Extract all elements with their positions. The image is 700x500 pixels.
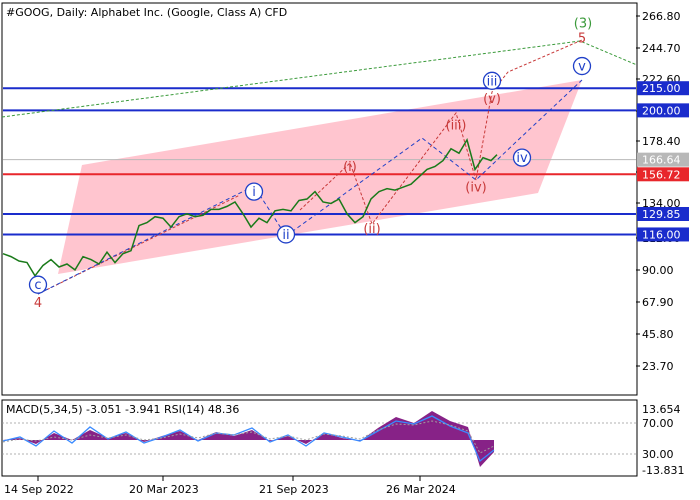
y-tick-label: 23.70 — [642, 360, 674, 373]
y-tick-label: 244.70 — [642, 42, 681, 55]
level-tags: 215.00 200.00 166.64156.72 129.85 116.00 — [637, 81, 689, 242]
chart-title: #GOOG, Daily: Alphabet Inc. (Google, Cla… — [6, 6, 287, 19]
macd-y-axis: 13.65470.00 30.00 -13.831 — [642, 403, 684, 477]
y-tick-label: 45.80 — [642, 328, 674, 341]
x-tick-label: 26 Mar 2024 — [386, 483, 456, 496]
x-tick-label: 21 Sep 2023 — [259, 483, 329, 496]
wave-label: (3) — [574, 17, 592, 32]
wave-label: (i) — [343, 160, 357, 175]
wave-label: (iii) — [446, 119, 467, 134]
wave-label: (ii) — [363, 222, 380, 237]
wave-label: 5 — [578, 31, 586, 46]
x-tick-label: 14 Sep 2022 — [4, 483, 74, 496]
wave-label: c — [34, 278, 41, 293]
y-tick-label: 90.00 — [642, 264, 674, 277]
y-tick-label: 178.40 — [642, 135, 681, 148]
wave-label: v — [578, 60, 586, 75]
macd-y-tick-label: -13.831 — [642, 464, 684, 477]
macd-y-tick-label: 30.00 — [642, 448, 674, 461]
x-tick-label: 20 Mar 2023 — [129, 483, 199, 496]
wave-label: (v) — [483, 92, 501, 107]
y-tick-label: 67.90 — [642, 296, 674, 309]
level-tag-label: 116.00 — [642, 228, 681, 241]
level-tag-label: 129.85 — [642, 208, 681, 221]
macd-y-tick-label: 70.00 — [642, 417, 674, 430]
y-tick-label: 266.80 — [642, 10, 681, 23]
y-axis: 266.80244.70222.60200.00178.40156.20134.… — [636, 10, 681, 373]
x-axis: 14 Sep 2022 20 Mar 2023 21 Sep 2023 26 Mar … — [4, 476, 456, 496]
level-tag-label: 200.00 — [642, 104, 681, 117]
wave-label: ii — [282, 228, 289, 243]
level-tag-label: 215.00 — [642, 82, 681, 95]
wave-label: iv — [516, 151, 528, 166]
macd-y-tick-label: 13.654 — [642, 403, 681, 416]
wave-label: i — [252, 185, 256, 200]
price-chart: c4iii(i)(ii)(iii)(iv)(v)iiiivv(3)5 #GOOG… — [1, 2, 689, 496]
macd-label: MACD(5,34,5) -3.051 -3.941 RSI(14) 48.36 — [6, 403, 239, 416]
wave-label: iii — [487, 74, 498, 89]
level-tag-label: 156.72 — [642, 168, 681, 181]
level-tag-label: 166.64 — [642, 154, 681, 167]
wave-label: (iv) — [465, 181, 486, 196]
wave-label: 4 — [34, 296, 42, 311]
